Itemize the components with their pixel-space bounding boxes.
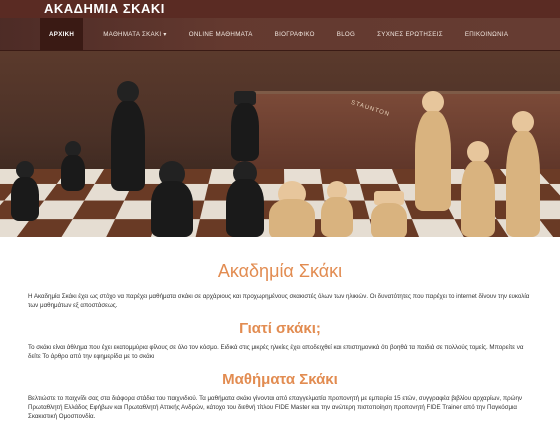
why-chess-heading: Γιατί σκάκι; (239, 320, 321, 337)
chess-lessons-paragraph: Βελτιώστε το παιχνίδι σας στα διάφορα στ… (28, 395, 523, 420)
light-bishop (505, 111, 541, 237)
why-chess-paragraph: Το σκάκι είναι άθλημα που έχει εκατομμύρ… (28, 344, 524, 360)
light-pawn (320, 181, 354, 237)
site-title[interactable]: ΑΚΑΔΗΜΙΑ ΣΚΑΚΙ (44, 0, 165, 18)
nav-chess-lessons[interactable]: ΜΑΘΗΜΑΤΑ ΣΚΑΚΙ ▾ (103, 18, 167, 50)
main-navigation: ΑΡΧΙΚΗ ΜΑΘΗΜΑΤΑ ΣΚΑΚΙ ▾ ONLINE ΜΑΘΗΜΑΤΑ Β… (0, 18, 560, 51)
dark-king (110, 81, 146, 191)
hero-image: STAUNTON (0, 51, 560, 237)
nav-blog[interactable]: BLOG (337, 18, 355, 50)
dark-pawn (60, 141, 86, 191)
main-content: Ακαδημία Σκάκι Η Ακαδημία Σκάκι έχει ως … (0, 261, 560, 421)
light-queen (460, 141, 496, 237)
page-title: Ακαδημία Σκάκι (217, 261, 343, 281)
dark-rook (230, 91, 260, 161)
dark-pawn (10, 161, 40, 221)
dark-bishop (225, 161, 265, 237)
chevron-down-icon: ▾ (163, 31, 167, 38)
dark-knight (150, 161, 194, 237)
light-knight (268, 181, 316, 237)
nav-home[interactable]: ΑΡΧΙΚΗ (40, 18, 84, 50)
nav-biography[interactable]: ΒΙΟΓΡΑΦΙΚΟ (275, 18, 315, 50)
light-rook (370, 191, 408, 237)
intro-paragraph: Η Ακαδημία Σκάκι έχει ως στόχο να παρέχε… (28, 293, 530, 309)
chess-lessons-heading: Μαθήματα Σκάκι (222, 371, 338, 388)
nav-contact[interactable]: ΕΠΙΚΟΙΝΩΝΙΑ (465, 18, 509, 50)
nav-online-lessons[interactable]: ONLINE ΜΑΘΗΜΑΤΑ (189, 18, 253, 50)
top-bar: ΑΚΑΔΗΜΙΑ ΣΚΑΚΙ (0, 0, 560, 18)
nav-faq[interactable]: ΣΥΧΝΕΣ ΕΡΩΤΗΣΕΙΣ (377, 18, 443, 50)
nav-chess-lessons-label: ΜΑΘΗΜΑΤΑ ΣΚΑΚΙ (103, 30, 162, 38)
light-king (414, 91, 452, 211)
